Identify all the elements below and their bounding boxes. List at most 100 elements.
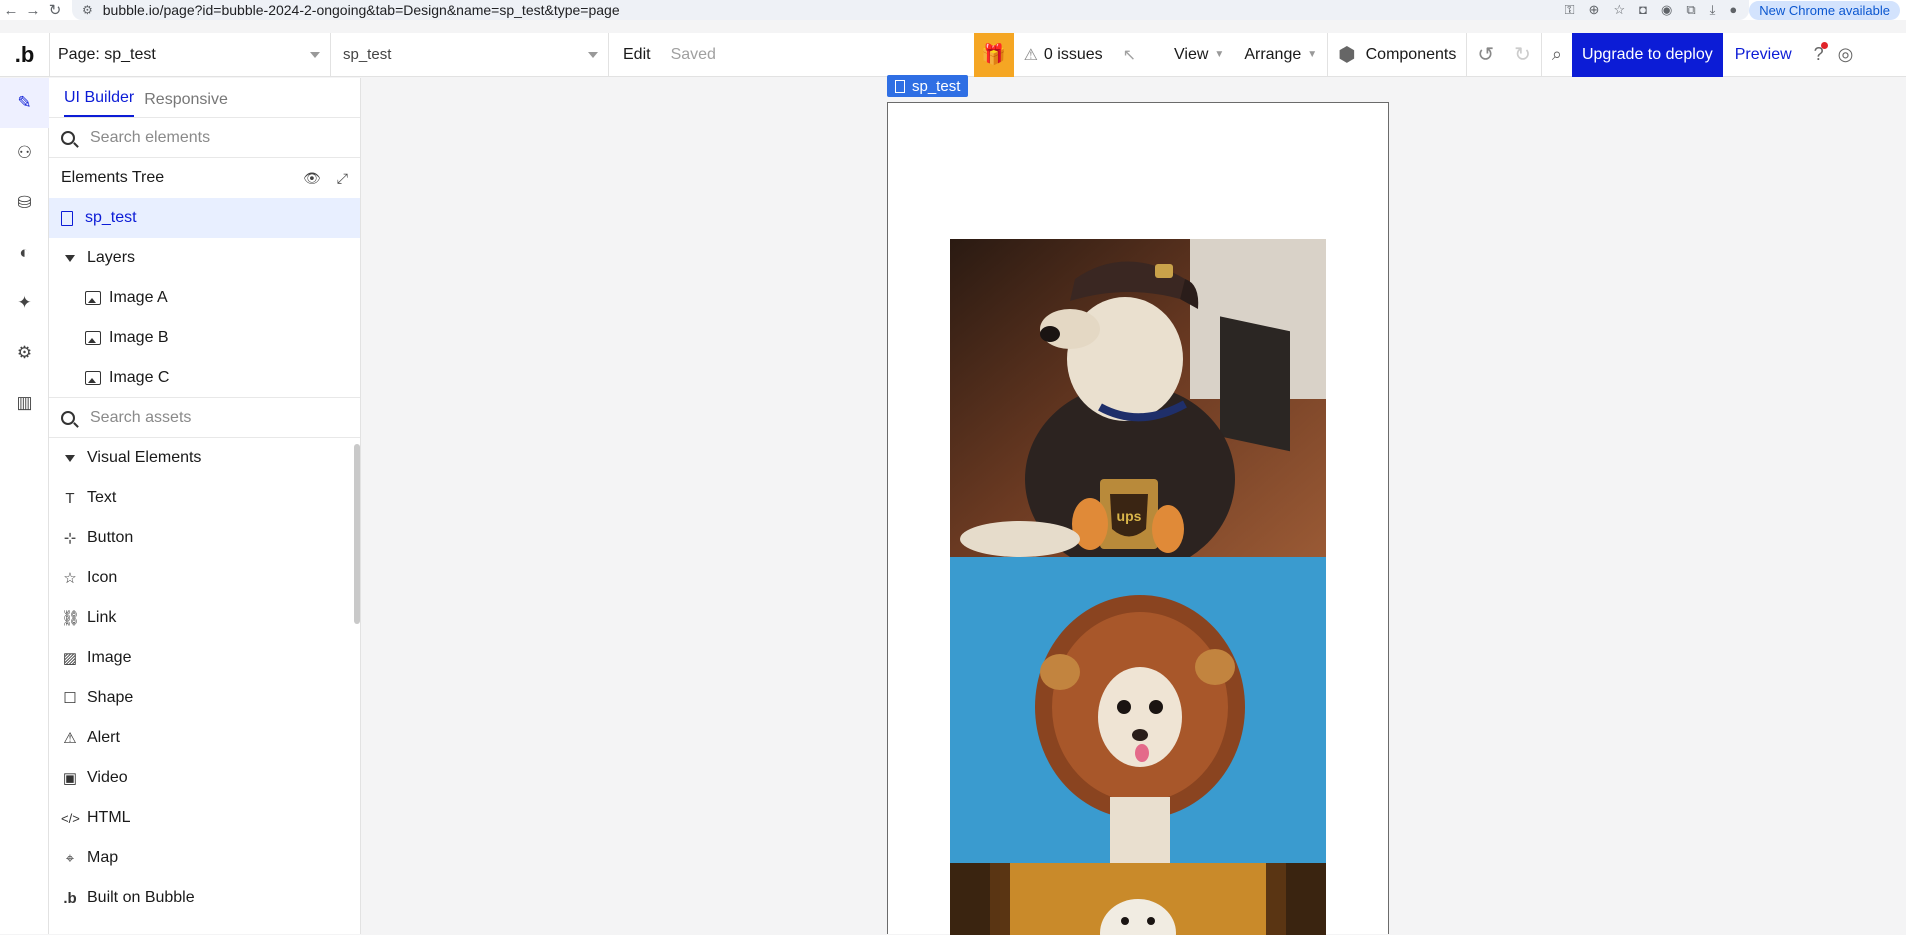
- image-a[interactable]: ups: [950, 239, 1326, 557]
- workflow-icon[interactable]: ⚇: [0, 128, 49, 178]
- tree-item-label: sp_test: [85, 209, 137, 226]
- image-icon: [85, 331, 101, 345]
- components-button[interactable]: ⬢ Components: [1328, 32, 1468, 77]
- element-alert[interactable]: ⚠ Alert: [49, 718, 360, 758]
- update-chip[interactable]: New Chrome available: [1749, 0, 1900, 20]
- element-text[interactable]: T Text: [49, 478, 360, 518]
- page-canvas[interactable]: ups: [887, 102, 1389, 935]
- extension-icon[interactable]: ◉: [1661, 2, 1672, 18]
- avatar[interactable]: ●: [1729, 2, 1737, 18]
- element-label: Built on Bubble: [87, 889, 195, 906]
- element-label: Button: [87, 529, 134, 546]
- edit-menu[interactable]: Edit: [609, 33, 661, 77]
- search-icon[interactable]: ⌕: [1542, 33, 1572, 77]
- element-label: Map: [87, 849, 119, 866]
- design-tab-pencil-icon[interactable]: ✎: [0, 78, 49, 128]
- panel-tabs: UI Builder Responsive: [49, 78, 360, 118]
- back-icon[interactable]: ←: [0, 2, 22, 19]
- visual-elements-list: T Text ⊹ Button ☆ Icon ⛓ Link ▨ Image ☐ Shape …: [49, 478, 360, 918]
- element-built-on-bubble[interactable]: .b Built on Bubble: [49, 878, 360, 918]
- data-icon[interactable]: ⛁: [0, 178, 49, 228]
- section-label: Visual Elements: [87, 449, 202, 466]
- tree-item-label: Image C: [109, 368, 170, 386]
- settings-icon[interactable]: ⚙: [0, 328, 49, 378]
- element-button[interactable]: ⊹ Button: [49, 518, 360, 558]
- zoom-icon[interactable]: ⊕: [1589, 2, 1600, 18]
- expand-icon[interactable]: ⤢: [337, 170, 348, 187]
- issues-button[interactable]: ⚠ 0 issues: [1014, 33, 1113, 77]
- browser-bar: ← → ↻ ⚙ bubble.io/page?id=bubble-2024-2-…: [0, 0, 1906, 20]
- editor-toolbar: .b Page: sp_test sp_test Edit Saved 🎁 ⚠ …: [0, 32, 1906, 77]
- eye-icon[interactable]: 👁: [303, 170, 321, 187]
- element-image[interactable]: ▨ Image: [49, 638, 360, 678]
- page-name-tag[interactable]: sp_test: [887, 75, 969, 97]
- elements-tree-title: Elements Tree: [61, 169, 165, 186]
- site-settings-icon[interactable]: ⚙: [82, 3, 93, 17]
- caret-down-icon[interactable]: [65, 454, 75, 462]
- download-icon[interactable]: ⤓: [1710, 2, 1716, 18]
- logs-chart-icon[interactable]: ▥: [0, 378, 49, 428]
- plugins-icon[interactable]: ✦: [0, 278, 49, 328]
- element-label: Text: [87, 489, 117, 506]
- redo-icon[interactable]: ↻: [1504, 32, 1542, 77]
- tree-item-image-b[interactable]: Image B: [49, 318, 360, 358]
- tab-responsive[interactable]: Responsive: [144, 91, 228, 117]
- element-map[interactable]: ⌖ Map: [49, 838, 360, 878]
- image-c[interactable]: [950, 863, 1326, 935]
- tree-item-image-a[interactable]: Image A: [49, 278, 360, 318]
- image-b[interactable]: [950, 557, 1326, 863]
- image-icon: [85, 291, 101, 305]
- element-link[interactable]: ⛓ Link: [49, 598, 360, 638]
- key-icon[interactable]: ⚿: [1565, 2, 1575, 18]
- element-icon[interactable]: ☆ Icon: [49, 558, 360, 598]
- search-assets-field[interactable]: Search assets: [49, 398, 360, 438]
- caret-down-icon[interactable]: [65, 254, 75, 262]
- gift-icon[interactable]: 🎁: [973, 32, 1014, 77]
- puzzle-icon[interactable]: ⧉: [1686, 2, 1695, 18]
- bubble-logo-icon[interactable]: .b: [0, 33, 49, 77]
- element-label: Image: [87, 649, 132, 666]
- element-video[interactable]: ▣ Video: [49, 758, 360, 798]
- bubble-logo-icon: .b: [63, 889, 77, 907]
- star-icon[interactable]: ☆: [1613, 2, 1625, 18]
- element-select-value: sp_test: [343, 46, 392, 63]
- preview-button[interactable]: Preview: [1723, 33, 1804, 77]
- undo-icon[interactable]: ↺: [1467, 33, 1504, 77]
- page-file-icon: [61, 210, 73, 226]
- address-bar[interactable]: ⚙ bubble.io/page?id=bubble-2024-2-ongoin…: [72, 0, 1750, 20]
- arrange-menu[interactable]: Arrange ▼: [1234, 32, 1329, 77]
- element-select[interactable]: sp_test: [331, 32, 609, 77]
- element-shape[interactable]: ☐ Shape: [49, 678, 360, 718]
- url-text: bubble.io/page?id=bubble-2024-2-ongoing&…: [102, 2, 620, 18]
- page-file-icon: [895, 79, 905, 93]
- element-label: Icon: [87, 569, 118, 586]
- page-select[interactable]: Page: sp_test: [49, 32, 331, 77]
- upgrade-button[interactable]: Upgrade to deploy: [1571, 32, 1723, 77]
- tree-item-page[interactable]: sp_test: [49, 198, 360, 238]
- tree-item-label: Layers: [87, 249, 136, 266]
- tree-item-image-c[interactable]: Image C: [49, 358, 360, 398]
- tree-item-layers[interactable]: Layers: [49, 238, 360, 278]
- image-icon: ▨: [62, 650, 78, 667]
- visual-elements-header[interactable]: Visual Elements: [49, 438, 360, 478]
- cube-icon: ⬢: [1338, 44, 1356, 66]
- search-assets-placeholder: Search assets: [90, 408, 192, 426]
- panel-scrollbar[interactable]: [354, 444, 360, 624]
- left-nav-rail: ✎ ⚇ ⛁ ◐ ✦ ⚙ ▥: [0, 78, 49, 934]
- help-icon[interactable]: ?: [1804, 33, 1834, 77]
- element-label: Video: [87, 769, 128, 786]
- element-html[interactable]: </> HTML: [49, 798, 360, 838]
- camera-icon[interactable]: ◘: [1639, 2, 1647, 18]
- cursor-icon[interactable]: ↖: [1113, 33, 1146, 77]
- search-elements-field[interactable]: Search elements: [49, 118, 360, 158]
- styles-palette-icon[interactable]: ◐: [0, 228, 49, 278]
- text-icon: T: [65, 489, 75, 507]
- element-label: Link: [87, 609, 117, 626]
- user-icon[interactable]: ◎: [1834, 33, 1858, 77]
- forward-icon[interactable]: →: [22, 2, 44, 19]
- image-icon: [85, 370, 101, 385]
- reload-icon[interactable]: ↻: [44, 1, 66, 19]
- tab-ui-builder[interactable]: UI Builder: [64, 89, 135, 117]
- view-menu[interactable]: View ▼: [1146, 33, 1234, 77]
- components-label: Components: [1365, 45, 1457, 63]
